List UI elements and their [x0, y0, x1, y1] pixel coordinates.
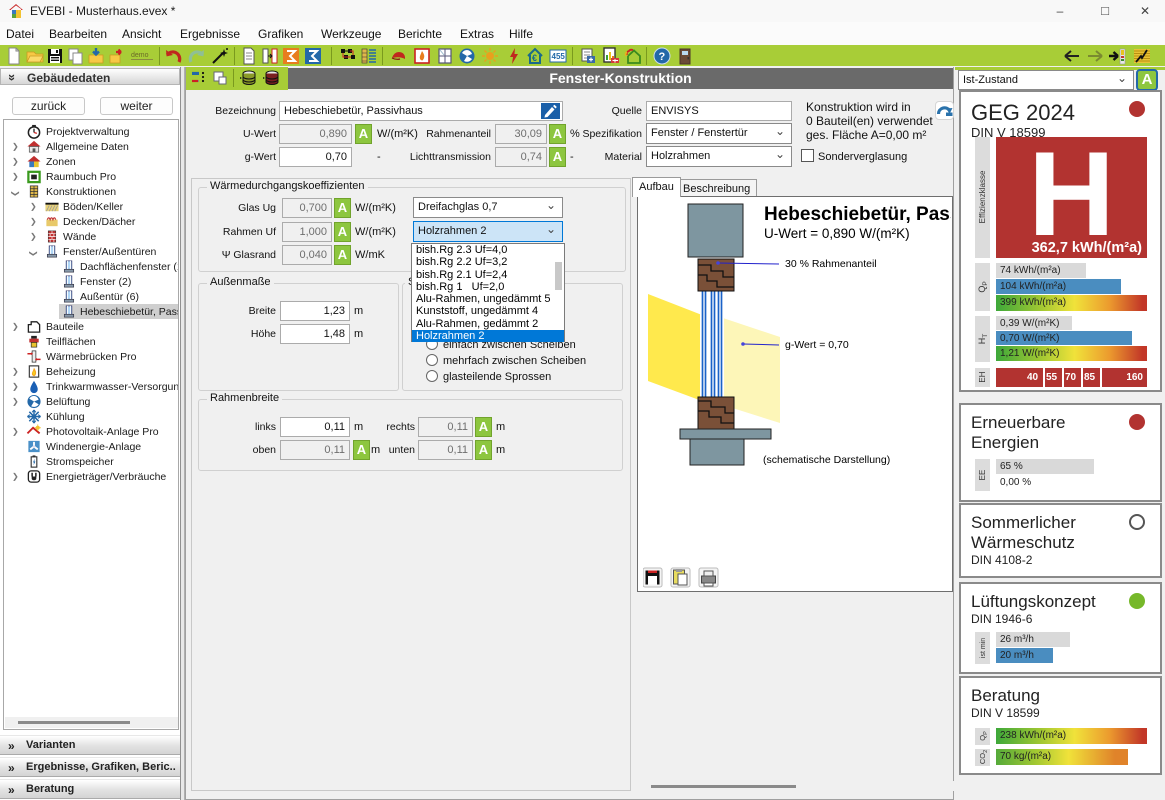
svg-text:QP: QP: [977, 281, 989, 292]
svg-text:U-Wert = 0,890 W/(m²K): U-Wert = 0,890 W/(m²K): [764, 226, 910, 241]
svg-text:(schematische Darstellung): (schematische Darstellung): [763, 454, 890, 466]
svg-text:EH: EH: [978, 371, 987, 382]
svg-text:QP: QP: [978, 731, 989, 741]
svg-text:CO2: CO2: [978, 750, 989, 764]
svg-text:€: €: [532, 53, 537, 63]
svg-text:Hebeschiebetür, Pass: Hebeschiebetür, Pass: [764, 204, 951, 225]
svg-text:30 % Rahmenanteil: 30 % Rahmenanteil: [785, 258, 877, 270]
svg-text:ist min: ist min: [980, 638, 987, 658]
svg-text:EE: EE: [978, 470, 987, 481]
svg-text:?: ?: [659, 51, 666, 63]
svg-text:HT: HT: [977, 334, 989, 345]
svg-text:Effizienzklasse: Effizienzklasse: [978, 170, 987, 223]
svg-text:455: 455: [552, 52, 566, 61]
svg-text:g-Wert = 0,70: g-Wert = 0,70: [785, 339, 849, 351]
